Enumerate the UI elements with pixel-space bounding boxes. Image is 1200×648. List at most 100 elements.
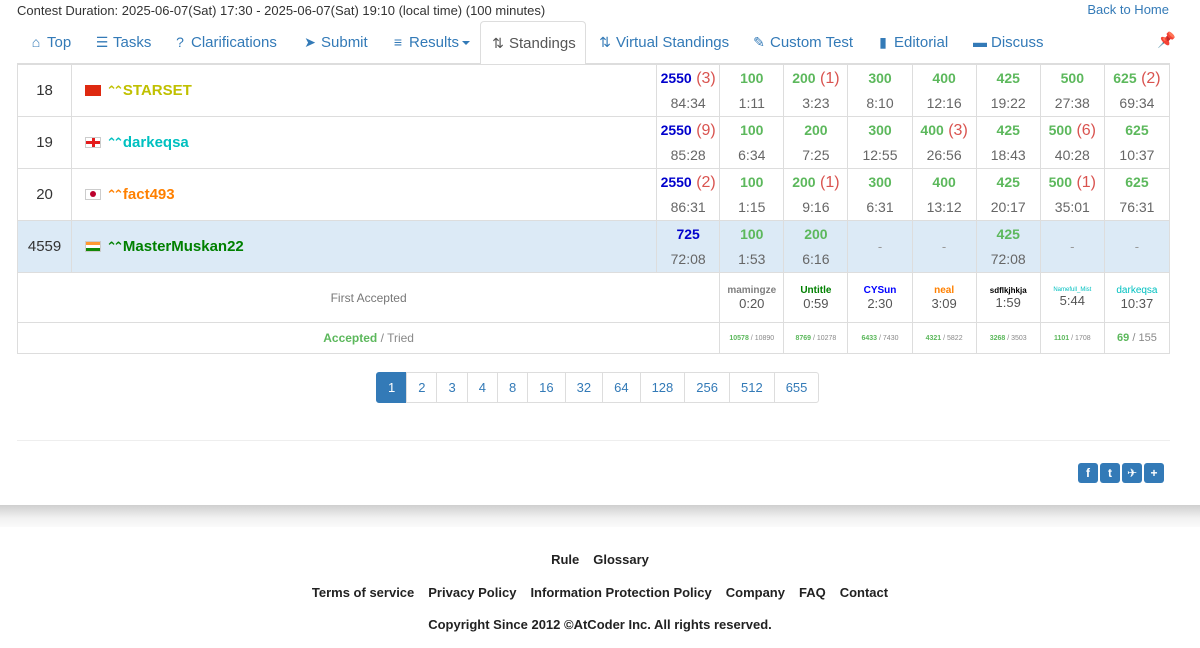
footer-link-glossary[interactable]: Glossary	[593, 552, 649, 567]
problem-cell: 425 72:08	[975, 220, 1041, 273]
table-row: 18 ⌃⌃ STARSET 2550 (3) 84:34 100 1:11 200 (1) 3…	[16, 64, 1171, 117]
tab-top[interactable]: ⌂ Top	[28, 21, 71, 64]
tab-clarifications[interactable]: ? Clarifications	[172, 21, 277, 64]
page-link[interactable]: 256	[684, 372, 730, 403]
pin-icon[interactable]: 📌	[1157, 31, 1176, 49]
page-link[interactable]: 655	[773, 372, 820, 403]
problem-cell: 200 (1) 3:23	[783, 64, 849, 117]
problem-cell: 100 1:11	[719, 64, 785, 117]
list-icon: ≡	[393, 34, 403, 50]
country-flag-icon	[85, 85, 102, 96]
rank-cell: 18	[16, 64, 73, 117]
nav-tabs: ⌂ Top ☰ Tasks ? Clarifications ➤ Submit ≡ Res…	[17, 21, 1176, 65]
back-to-home-link[interactable]: Back to Home	[1087, 2, 1169, 17]
facebook-icon[interactable]: f	[1078, 463, 1098, 483]
accepted-tried-cell: 4321 / 5822	[911, 322, 977, 354]
problem-cell: -	[1103, 220, 1171, 273]
problem-cell: 625 76:31	[1103, 168, 1171, 221]
page-link[interactable]: 512	[728, 372, 775, 403]
accepted-tried-label: Accepted / Tried	[16, 322, 721, 354]
rating-chevron-icon: ⌃⌃	[106, 135, 124, 150]
problem-cell: 200 (1) 9:16	[783, 168, 849, 221]
problem-cell: 300 12:55	[847, 116, 913, 169]
problem-cell: 425 19:22	[975, 64, 1041, 117]
total-score-cell: 725 72:08	[656, 220, 721, 273]
footer-link-info-protection[interactable]: Information Protection Policy	[530, 585, 711, 600]
footer-link-privacy[interactable]: Privacy Policy	[428, 585, 516, 600]
page-link[interactable]: 128	[639, 372, 686, 403]
table-row: 4559 ⌃⌃ MasterMuskan22 725 72:08 100 1:53 200…	[16, 220, 1171, 273]
first-accepted-cell: mamingze 0:20	[719, 272, 785, 323]
first-accepted-row: First Accepted mamingze 0:20 Untitle 0:59 …	[16, 272, 1171, 323]
footer-link-faq[interactable]: FAQ	[799, 585, 826, 600]
telegram-icon[interactable]: ✈	[1122, 463, 1142, 483]
problem-cell: -	[1039, 220, 1105, 273]
problem-cell: 100 1:53	[719, 220, 785, 273]
page-link[interactable]: 4	[466, 372, 498, 403]
tab-tasks[interactable]: ☰ Tasks	[94, 21, 152, 64]
problem-cell: 500 27:38	[1039, 64, 1105, 117]
page-link[interactable]: 32	[564, 372, 604, 403]
problem-cell: 300 6:31	[847, 168, 913, 221]
country-flag-icon	[85, 137, 102, 148]
problem-cell: 100 6:34	[719, 116, 785, 169]
problem-cell: -	[911, 220, 977, 273]
accepted-tried-cell: 10578 / 10890	[719, 322, 785, 354]
page-link[interactable]: 3	[436, 372, 468, 403]
tab-editorial[interactable]: ▮ Editorial	[875, 21, 948, 64]
footer-link-terms[interactable]: Terms of service	[312, 585, 414, 600]
first-accepted-cell: Namefull_Mist 5:44	[1039, 272, 1105, 323]
tab-standings[interactable]: ⇅ Standings	[480, 21, 586, 65]
footer: Rule Glossary Terms of service Privacy Pol…	[0, 527, 1200, 648]
problem-cell: -	[847, 220, 913, 273]
country-flag-icon	[85, 189, 102, 200]
footer-link-contact[interactable]: Contact	[840, 585, 888, 600]
user-cell: ⌃⌃ fact493	[71, 168, 658, 221]
page-link[interactable]: 1	[376, 372, 408, 403]
username-link[interactable]: MasterMuskan22	[123, 238, 244, 255]
first-accepted-cell: neal 3:09	[911, 272, 977, 323]
first-accepted-cell: sdflkjhkja 1:59	[975, 272, 1041, 323]
problem-cell: 625 10:37	[1103, 116, 1171, 169]
rank-cell: 20	[16, 168, 73, 221]
first-accepted-cell: CYSun 2:30	[847, 272, 913, 323]
page-link[interactable]: 2	[406, 372, 438, 403]
accepted-tried-cell: 69 / 155	[1103, 322, 1171, 354]
sort-icon: ⇅	[599, 34, 611, 50]
comment-icon: ▬	[973, 34, 987, 50]
first-accepted-cell: darkeqsa 10:37	[1103, 272, 1171, 323]
copyright: Copyright Since 2012 ©AtCoder Inc. All r…	[428, 617, 772, 632]
send-icon: ➤	[304, 34, 316, 50]
page-link[interactable]: 64	[602, 372, 641, 403]
company-link[interactable]: AtCoder Inc.	[574, 617, 651, 632]
username-link[interactable]: darkeqsa	[123, 134, 189, 151]
tab-results[interactable]: ≡ Results	[390, 21, 471, 64]
rating-chevron-icon: ⌃⌃	[106, 239, 124, 254]
tab-virtual-standings[interactable]: ⇅ Virtual Standings	[597, 21, 729, 64]
problem-cell: 200 6:16	[783, 220, 849, 273]
page-link[interactable]: 16	[527, 372, 566, 403]
share-buttons: f t ✈ +	[1078, 463, 1164, 483]
accepted-tried-cell: 3268 / 3503	[975, 322, 1041, 354]
rating-chevron-icon: ⌃⌃	[106, 83, 124, 98]
home-icon: ⌂	[31, 34, 41, 50]
accepted-tried-cell: 6433 / 7430	[847, 322, 913, 354]
footer-link-company[interactable]: Company	[726, 585, 785, 600]
twitter-icon[interactable]: t	[1100, 463, 1120, 483]
tab-submit[interactable]: ➤ Submit	[302, 21, 368, 64]
tab-custom-test[interactable]: ✎ Custom Test	[751, 21, 853, 64]
problem-cell: 300 8:10	[847, 64, 913, 117]
page-link[interactable]: 8	[496, 372, 529, 403]
username-link[interactable]: STARSET	[123, 82, 192, 99]
footer-link-rule[interactable]: Rule	[551, 552, 579, 567]
share-plus-icon[interactable]: +	[1144, 463, 1164, 483]
problem-cell: 425 18:43	[975, 116, 1041, 169]
chevron-down-icon	[462, 41, 471, 46]
accepted-tried-row: Accepted / Tried 10578 / 10890 8769 / 10…	[16, 322, 1171, 354]
tab-discuss[interactable]: ▬ Discuss	[972, 21, 1044, 64]
username-link[interactable]: fact493	[123, 186, 175, 203]
standings-table: 18 ⌃⌃ STARSET 2550 (3) 84:34 100 1:11 200 (1) 3…	[16, 64, 1171, 354]
rank-cell: 19	[16, 116, 73, 169]
sort-icon: ⇅	[492, 35, 504, 51]
problem-cell: 500 (6) 40:28	[1039, 116, 1105, 169]
